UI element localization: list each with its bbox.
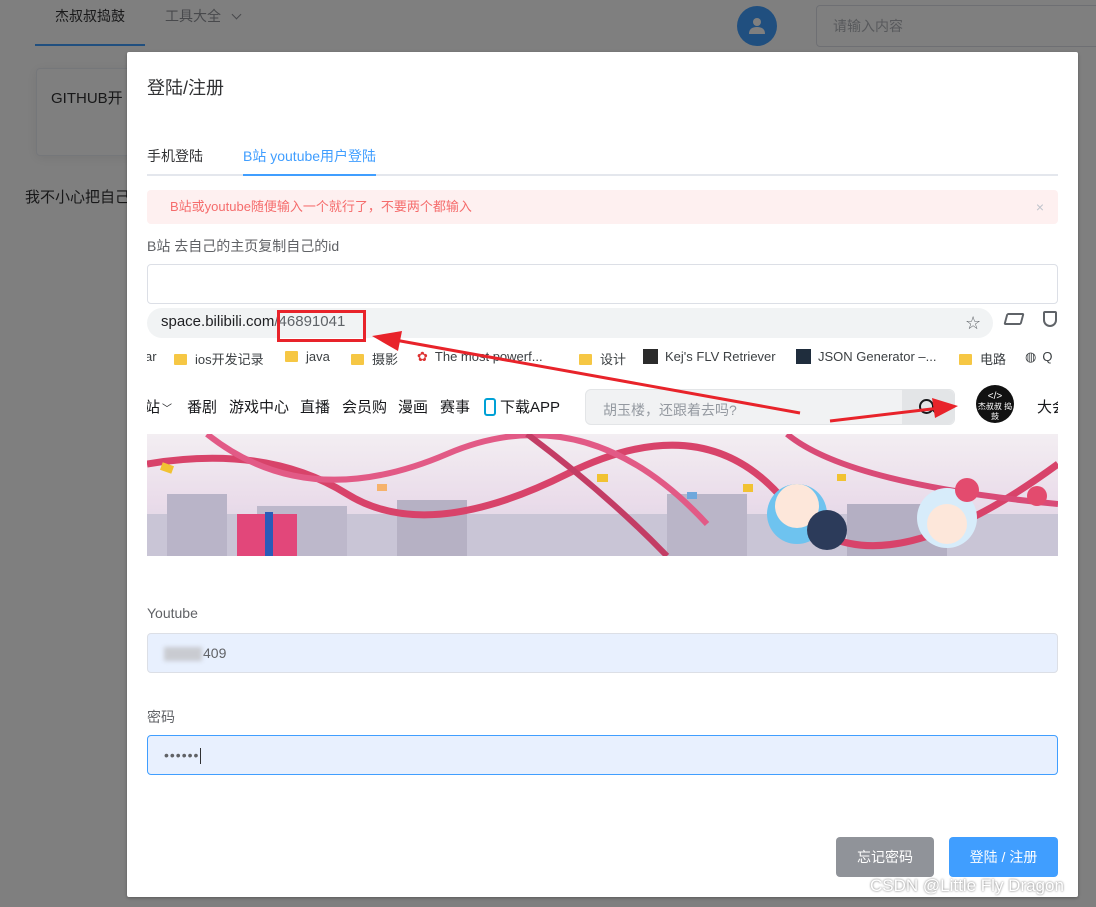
bookmark-item: java bbox=[285, 349, 330, 364]
search-icon bbox=[902, 390, 954, 424]
gear-icon: ✿ bbox=[417, 349, 428, 364]
bili-nav: 站 ﹀ 番剧 游戏中心 直播 会员购 漫画 赛事 下载APP 胡玉楼，还跟着去吗?… bbox=[147, 384, 1058, 426]
tab-bili-youtube-login[interactable]: B站 youtube用户登陆 bbox=[243, 146, 376, 176]
bookmark-label: ar bbox=[147, 349, 157, 364]
star-icon: ☆ bbox=[965, 313, 982, 333]
bookmarks-bar: ar ios开发记录 java 摄影 ✿ The most powerf... 设… bbox=[147, 342, 1058, 372]
url-host: space.bilibili.com bbox=[161, 313, 275, 330]
bookmark-item: 设计 bbox=[579, 349, 626, 368]
folder-icon bbox=[959, 354, 972, 365]
bookmark-label: 摄影 bbox=[372, 352, 399, 367]
bili-nav-item: 赛事 bbox=[440, 399, 471, 416]
bookmark-label: Kej's FLV Retriever bbox=[665, 349, 776, 364]
bili-id-label: B站 去自己的主页复制自己的id bbox=[147, 238, 340, 254]
forgot-password-button[interactable]: 忘记密码 bbox=[836, 837, 934, 877]
bookmark-item: Kej's FLV Retriever bbox=[643, 349, 776, 364]
password-value: •••••• bbox=[164, 747, 200, 763]
code-icon: </> bbox=[987, 391, 1003, 402]
address-bar: space.bilibili.com/46891041 ☆ bbox=[147, 308, 993, 342]
bookmark-item: ✿ The most powerf... bbox=[417, 349, 543, 365]
dialog-title: 登陆/注册 bbox=[147, 78, 225, 98]
tablet-icon bbox=[484, 398, 496, 416]
bookmark-label: JSON Generator –... bbox=[818, 349, 937, 364]
globe-icon: ◍ bbox=[1025, 349, 1037, 364]
youtube-label: Youtube bbox=[147, 605, 198, 621]
extension-icon bbox=[1003, 313, 1025, 325]
redacted-text bbox=[164, 647, 202, 662]
bookmark-label: Q bbox=[1042, 349, 1053, 364]
bookmark-label: 设计 bbox=[600, 352, 627, 367]
bili-nav-item: 会员购 bbox=[342, 399, 388, 416]
chevron-down-icon: ﹀ bbox=[162, 404, 173, 415]
login-tabs: 手机登陆 B站 youtube用户登陆 bbox=[147, 144, 1058, 176]
bili-nav-item: 直播 bbox=[300, 399, 331, 416]
bili-nav-label: 站 bbox=[147, 399, 161, 416]
bili-avatar: </> 杰叔叔 捣鼓 bbox=[976, 385, 1014, 423]
close-icon[interactable]: × bbox=[1036, 190, 1044, 224]
password-input[interactable]: •••••• bbox=[147, 735, 1058, 775]
folder-icon bbox=[174, 354, 187, 365]
login-register-button[interactable]: 登陆 / 注册 bbox=[949, 837, 1058, 877]
login-dialog: 登陆/注册 手机登陆 B站 youtube用户登陆 B站或youtube随便输入… bbox=[127, 52, 1078, 897]
bookmark-label: 电路 bbox=[980, 352, 1007, 367]
watermark: CSDN @Little Fly Dragon bbox=[870, 876, 1064, 895]
password-label: 密码 bbox=[147, 709, 175, 725]
bili-avatar-text: 杰叔叔 捣鼓 bbox=[977, 402, 1013, 421]
bookmark-item: JSON Generator –... bbox=[796, 349, 937, 364]
shield-icon bbox=[1043, 311, 1057, 327]
bili-banner-image bbox=[147, 434, 1058, 556]
tab-phone-login[interactable]: 手机登陆 bbox=[147, 146, 203, 176]
youtube-input[interactable]: 409 bbox=[147, 633, 1058, 673]
highlight-box bbox=[277, 310, 366, 342]
bili-nav-more: 大会 bbox=[1037, 399, 1058, 416]
bili-nav-item: 下载APP bbox=[484, 396, 560, 417]
bili-search-placeholder: 胡玉楼，还跟着去吗? bbox=[603, 402, 737, 418]
bookmark-label: The most powerf... bbox=[434, 349, 543, 364]
folder-icon bbox=[351, 354, 364, 365]
bili-nav-item: 游戏中心 bbox=[229, 399, 290, 416]
bookmark-label: java bbox=[306, 349, 330, 364]
bookmark-item: 摄影 bbox=[351, 349, 398, 368]
alert-text: B站或youtube随便输入一个就行了，不要两个都输入 bbox=[170, 199, 472, 214]
banner-illustration bbox=[147, 434, 1058, 556]
youtube-value-suffix: 409 bbox=[203, 645, 227, 661]
json-generator-icon bbox=[796, 349, 811, 364]
bili-nav-item: 漫画 bbox=[398, 399, 429, 416]
bookmark-item: 电路 bbox=[959, 349, 1006, 368]
bili-nav-item: 站 ﹀ bbox=[147, 396, 172, 417]
folder-icon bbox=[579, 354, 592, 365]
active-tab-indicator bbox=[243, 174, 376, 176]
text-caret bbox=[200, 748, 202, 765]
bili-search-box: 胡玉楼，还跟着去吗? bbox=[585, 389, 955, 425]
warning-alert: B站或youtube随便输入一个就行了，不要两个都输入 × bbox=[147, 190, 1058, 224]
folder-icon bbox=[285, 351, 298, 362]
bookmark-item: ◍ Q bbox=[1025, 349, 1052, 365]
bili-id-input[interactable] bbox=[147, 264, 1058, 304]
kej-icon bbox=[643, 349, 658, 364]
bili-nav-item: 番剧 bbox=[187, 399, 218, 416]
bili-nav-label: 下载APP bbox=[500, 399, 561, 416]
bookmark-item: ios开发记录 bbox=[174, 349, 264, 368]
embedded-screenshot: space.bilibili.com/46891041 ☆ ar ios开发记录… bbox=[147, 304, 1058, 556]
bookmark-label: ios开发记录 bbox=[195, 352, 264, 367]
bookmark-item: ar bbox=[147, 349, 157, 364]
